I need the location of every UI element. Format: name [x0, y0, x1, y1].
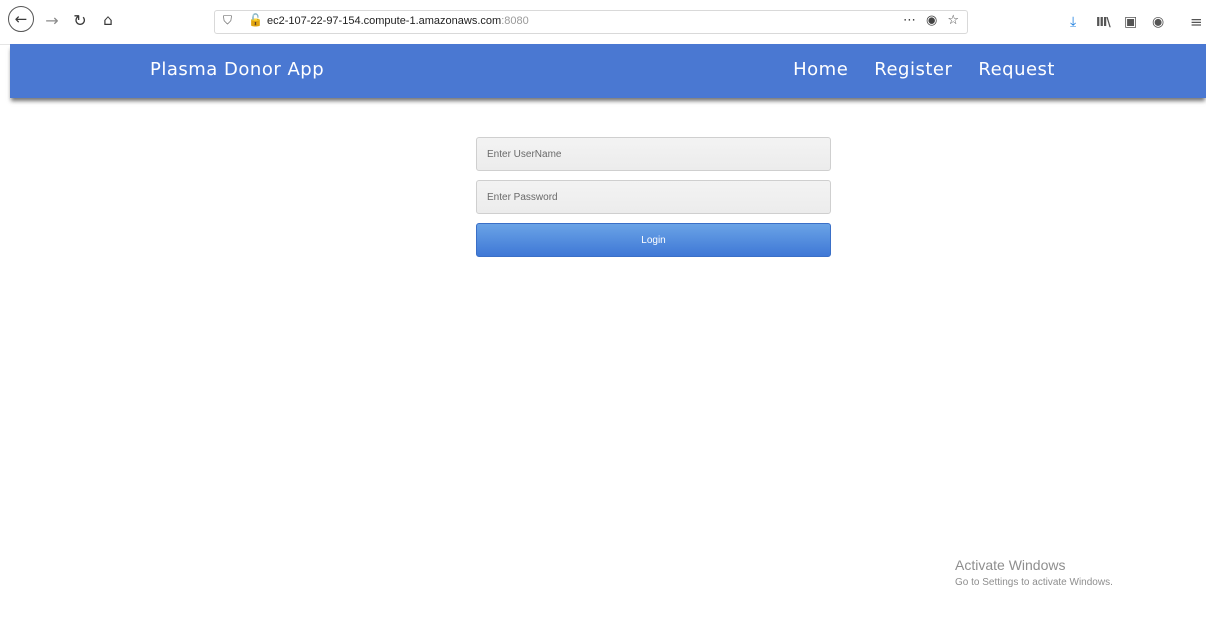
watermark-title: Activate Windows [955, 557, 1066, 573]
library-icon[interactable]: III\ [1096, 10, 1111, 34]
windows-activation-watermark: Activate Windows Go to Settings to activ… [955, 557, 1113, 588]
url-text[interactable]: ec2-107-22-97-154.compute-1.amazonaws.co… [267, 15, 529, 27]
nav-link-home[interactable]: Home [793, 59, 848, 80]
nav-link-request[interactable]: Request [978, 59, 1055, 80]
insecure-lock-icon[interactable]: 🔓 [248, 13, 263, 27]
url-host: ec2-107-22-97-154.compute-1.amazonaws.co… [267, 15, 502, 27]
watermark-subtitle: Go to Settings to activate Windows. [955, 577, 1113, 588]
url-actions: ⋯ ◉ ☆ [903, 13, 959, 28]
account-icon[interactable]: ◉ [1152, 10, 1164, 34]
nav-links: Home Register Request [793, 59, 1055, 80]
url-port: :8080 [501, 15, 529, 27]
home-icon[interactable]: ⌂ [98, 8, 118, 32]
bookmark-star-icon[interactable]: ☆ [947, 13, 959, 28]
download-icon[interactable]: ⤓ [1070, 10, 1076, 34]
browser-toolbar: ← → ↻ ⌂ ⛉ 🔓 ec2-107-22-97-154.compute-1.… [0, 0, 1206, 45]
username-input[interactable] [476, 137, 831, 171]
login-button[interactable]: Login [476, 223, 831, 257]
menu-icon[interactable]: ≡ [1190, 10, 1203, 34]
tracking-shield-icon[interactable]: ⛉ [223, 13, 232, 28]
reload-icon[interactable]: ↻ [70, 8, 90, 32]
password-input[interactable] [476, 180, 831, 214]
back-icon[interactable]: ← [8, 6, 34, 32]
page-actions-icon[interactable]: ⋯ [903, 13, 916, 28]
forward-icon[interactable]: → [42, 8, 62, 32]
app-navbar: Plasma Donor App Home Register Request [10, 44, 1206, 98]
nav-link-register[interactable]: Register [874, 59, 952, 80]
address-bar[interactable]: ⛉ 🔓 ec2-107-22-97-154.compute-1.amazonaw… [214, 10, 968, 34]
page: ← → ↻ ⌂ ⛉ 🔓 ec2-107-22-97-154.compute-1.… [0, 0, 1206, 619]
pocket-icon[interactable]: ◉ [926, 13, 937, 28]
sidebar-icon[interactable]: ▣ [1124, 10, 1137, 34]
brand-title[interactable]: Plasma Donor App [150, 59, 324, 80]
login-form: Login [476, 137, 831, 257]
